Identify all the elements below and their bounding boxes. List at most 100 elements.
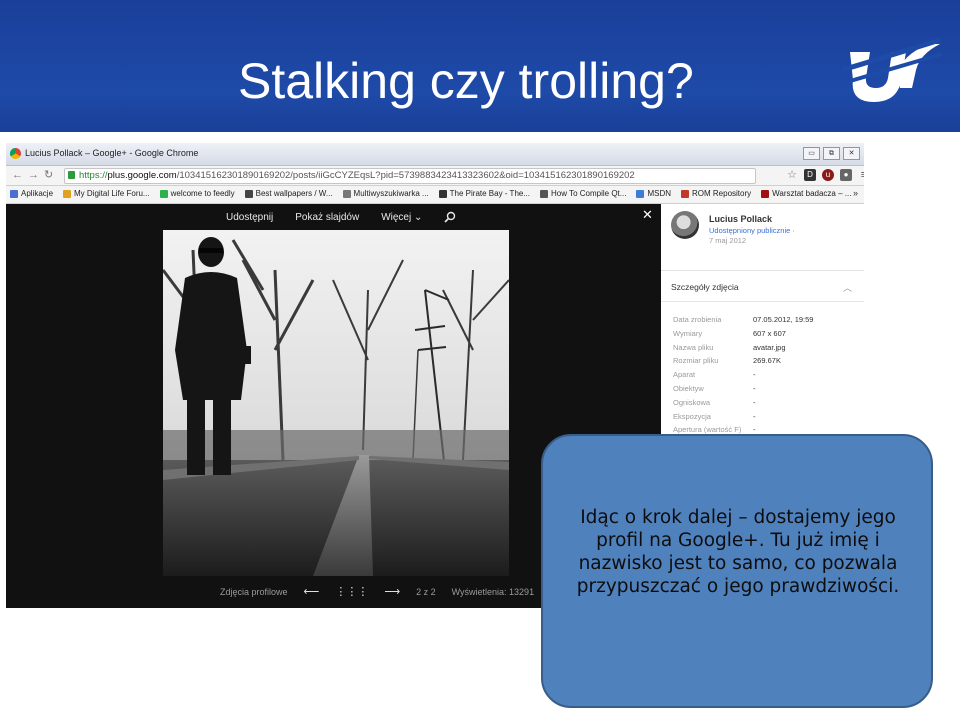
- url-path: /103415162301890169202/posts/iiGcCYZEqsL…: [176, 170, 635, 181]
- extension-icon[interactable]: ●: [840, 169, 852, 181]
- more-menu-button[interactable]: Więcej ⌄: [381, 212, 422, 223]
- bookmark-label: Aplikacje: [21, 189, 54, 198]
- bookmark-item[interactable]: How To Compile Qt...: [540, 189, 626, 198]
- viewer-footer: Zdjęcia profilowe ⟵ ⋮⋮⋮ ⟶ 2 z 2 Wyświetl…: [220, 585, 534, 598]
- url-host: plus.google.com: [107, 170, 177, 181]
- detail-value: -: [753, 370, 756, 380]
- detail-value: 269.67K: [753, 356, 781, 366]
- close-viewer-icon[interactable]: ✕: [642, 207, 653, 223]
- detail-key: Wymiary: [673, 328, 703, 338]
- detail-key: Aparat: [673, 370, 696, 380]
- detail-row: Ekspozycja -: [673, 412, 858, 424]
- profile-name[interactable]: Lucius Pollack: [709, 214, 772, 224]
- bookmark-label: The Pirate Bay - The...: [449, 189, 531, 198]
- reload-icon[interactable]: ↻: [44, 169, 53, 181]
- bookmark-item[interactable]: ROM Repository: [681, 189, 751, 198]
- detail-value: -: [753, 384, 756, 393]
- minimize-button[interactable]: ▭: [803, 147, 820, 160]
- profile-photo: [163, 230, 509, 576]
- bookmark-item[interactable]: My Digital Life Foru...: [63, 189, 150, 198]
- bookmark-icon: [438, 189, 447, 198]
- details-title: Szczegóły zdjęcia: [671, 282, 739, 292]
- bookmark-label: My Digital Life Foru...: [74, 189, 150, 198]
- university-logo-icon: [839, 37, 943, 102]
- chevron-up-icon[interactable]: ︿: [843, 281, 852, 294]
- detail-row: Nazwa pliku avatar.jpg: [673, 343, 858, 355]
- profile-card: Lucius Pollack Udostępniony publicznie ·…: [661, 204, 864, 271]
- detail-key: Data zrobienia: [673, 315, 722, 324]
- lock-icon: [68, 171, 75, 179]
- viewer-toolbar: Udostępnij Pokaż slajdów Więcej ⌄: [226, 211, 456, 223]
- next-arrow-icon[interactable]: ⟶: [384, 585, 400, 598]
- bookmark-item[interactable]: Warsztat badacza – ...: [761, 189, 851, 198]
- detail-row: Obiektyw -: [673, 384, 858, 396]
- album-link[interactable]: Zdjęcia profilowe: [220, 587, 288, 597]
- zoom-icon[interactable]: [444, 211, 456, 223]
- url-text: https://plus.google.com/1034151623018901…: [79, 170, 635, 181]
- window-titlebar: Lucius Pollack – Google+ - Google Chrome…: [6, 143, 864, 166]
- bookmark-item[interactable]: Aplikacje: [10, 189, 53, 198]
- slide-header: Stalking czy trolling?: [0, 0, 960, 132]
- detail-key: Ogniskowa: [673, 397, 711, 407]
- detail-row: Data zrobienia 07.05.2012, 19:59: [673, 315, 858, 327]
- url-scheme: https://: [79, 170, 108, 181]
- post-date: 7 maj 2012: [709, 236, 747, 245]
- restore-button[interactable]: ⧉: [823, 147, 840, 160]
- bookmark-item[interactable]: Best wallpapers / W...: [244, 189, 333, 198]
- photo-counter: 2 z 2: [416, 586, 436, 597]
- bookmark-label: welcome to feedly: [170, 189, 235, 198]
- grid-icon[interactable]: ⋮⋮⋮: [335, 585, 368, 598]
- window-title: Lucius Pollack – Google+ - Google Chrome: [25, 148, 199, 158]
- bookmark-label: ROM Repository: [692, 189, 752, 198]
- bookmark-label: Warsztat badacza – ...: [772, 189, 852, 198]
- close-window-button[interactable]: ✕: [843, 147, 860, 160]
- detail-key: Obiektyw: [673, 384, 704, 393]
- detail-value: 07.05.2012, 19:59: [753, 315, 814, 324]
- bookmark-item[interactable]: MSDN: [636, 189, 671, 198]
- bookmarks-bar: Aplikacje My Digital Life Foru... welcome …: [6, 186, 864, 204]
- bookmark-item[interactable]: The Pirate Bay - The...: [438, 189, 531, 198]
- callout-box: Idąc o krok dalej – dostajemy jego profi…: [541, 434, 933, 708]
- slide-title: Stalking czy trolling?: [238, 53, 694, 109]
- bookmark-icon: [540, 189, 549, 198]
- bookmarks-overflow-icon[interactable]: »: [853, 188, 858, 198]
- bookmark-item[interactable]: Multiwyszukiwarka ...: [342, 189, 429, 198]
- bookmark-icon: [159, 189, 168, 198]
- back-arrow-icon[interactable]: ←: [12, 169, 23, 181]
- bookmark-label: How To Compile Qt...: [551, 189, 627, 198]
- detail-row: Aparat -: [673, 370, 858, 382]
- bookmark-icon: [761, 189, 770, 198]
- previous-arrow-icon[interactable]: ⟵: [304, 585, 320, 598]
- bookmark-label: MSDN: [647, 189, 672, 198]
- bookmarks-list: Aplikacje My Digital Life Foru... welcome …: [10, 189, 861, 198]
- bookmark-icon: [681, 189, 690, 198]
- bookmark-item[interactable]: welcome to feedly: [159, 189, 235, 198]
- bookmark-icon: [342, 189, 351, 198]
- ublock-icon[interactable]: u: [822, 169, 834, 181]
- detail-value: -: [753, 411, 756, 421]
- star-icon[interactable]: ☆: [786, 169, 798, 181]
- detail-key: Nazwa pliku: [673, 342, 714, 352]
- detail-key: Ekspozycja: [673, 411, 711, 421]
- extension-icons: ☆ D u ● ≡: [786, 169, 864, 181]
- forward-arrow-icon[interactable]: →: [28, 169, 39, 181]
- avatar[interactable]: [671, 211, 699, 239]
- visibility-link[interactable]: Udostępniony publicznie ·: [709, 226, 795, 235]
- menu-icon[interactable]: ≡: [858, 169, 864, 181]
- window-controls: ▭ ⧉ ✕: [803, 147, 860, 160]
- bookmark-label: Best wallpapers / W...: [255, 189, 333, 198]
- address-bar[interactable]: https://plus.google.com/1034151623018901…: [64, 168, 756, 184]
- detail-row: Rozmiar pliku 269.67K: [673, 356, 858, 368]
- callout-text: Idąc o krok dalej – dostajemy jego profi…: [576, 507, 900, 597]
- slideshow-button[interactable]: Pokaż slajdów: [295, 212, 359, 223]
- share-button[interactable]: Udostępnij: [226, 212, 273, 223]
- detail-value: avatar.jpg: [753, 342, 786, 352]
- extension-d-icon[interactable]: D: [804, 169, 816, 181]
- bookmark-icon: [63, 189, 72, 198]
- bookmark-icon: [244, 189, 253, 198]
- divider: [661, 301, 864, 302]
- toolbar: ← → ↻ https://plus.google.com/1034151623…: [6, 166, 864, 186]
- bookmark-label: Multiwyszukiwarka ...: [353, 189, 429, 198]
- chrome-icon: [10, 148, 21, 159]
- detail-row: Ogniskowa -: [673, 398, 858, 410]
